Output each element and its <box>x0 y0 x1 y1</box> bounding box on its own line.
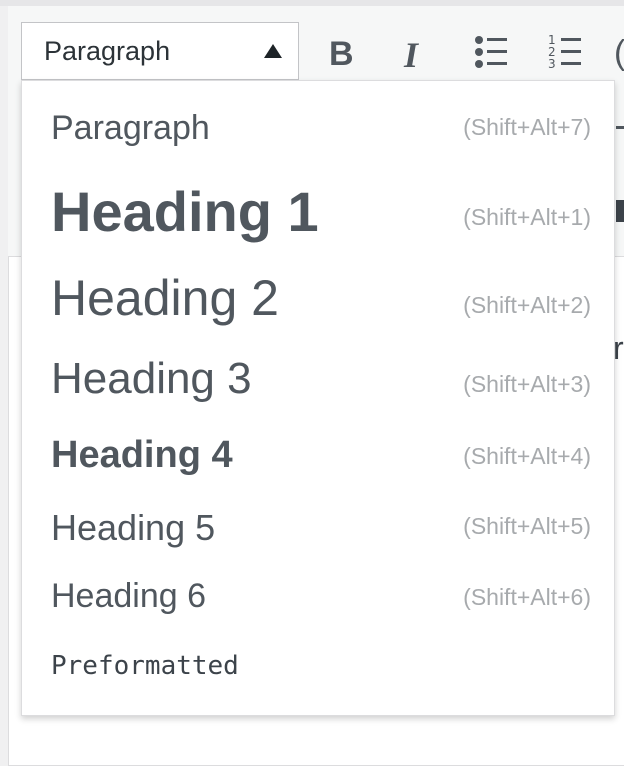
bulleted-list-icon <box>475 36 507 68</box>
menu-item-shortcut: (Shift+Alt+5) <box>463 513 591 539</box>
menu-item-label: Heading 4 <box>51 434 233 476</box>
caret-up-icon <box>264 44 282 58</box>
menu-item-heading-1[interactable]: Heading 1 (Shift+Alt+1) <box>22 169 614 259</box>
menu-item-heading-3[interactable]: Heading 3 (Shift+Alt+3) <box>22 345 614 421</box>
numbered-list-icon: 1 2 3 <box>548 33 581 71</box>
menu-item-heading-2[interactable]: Heading 2 (Shift+Alt+2) <box>22 259 614 345</box>
editor-content-fragment <box>616 200 624 222</box>
format-dropdown-menu: Paragraph (Shift+Alt+7) Heading 1 (Shift… <box>21 80 615 716</box>
more-icon: ( <box>614 34 624 73</box>
menu-item-label: Heading 1 <box>51 180 319 243</box>
editor-content-fragment <box>616 126 624 129</box>
menu-item-heading-6[interactable]: Heading 6 (Shift+Alt+6) <box>22 561 614 631</box>
menu-item-preformatted[interactable]: Preformatted <box>22 631 614 711</box>
menu-item-heading-5[interactable]: Heading 5 (Shift+Alt+5) <box>22 491 614 561</box>
menu-item-shortcut: (Shift+Alt+2) <box>463 292 591 318</box>
menu-item-shortcut: (Shift+Alt+6) <box>463 584 591 610</box>
menu-item-label: Heading 5 <box>51 507 216 548</box>
more-toolbar-button[interactable]: ( <box>606 26 624 76</box>
menu-item-label: Heading 6 <box>51 577 207 615</box>
menu-item-heading-4[interactable]: Heading 4 (Shift+Alt+4) <box>22 421 614 491</box>
menu-item-shortcut: (Shift+Alt+4) <box>463 443 591 469</box>
menu-item-shortcut: (Shift+Alt+1) <box>463 204 591 230</box>
format-select[interactable]: Paragraph <box>21 22 299 80</box>
menu-item-shortcut: (Shift+Alt+3) <box>463 371 591 397</box>
menu-item-label: Paragraph <box>51 109 210 147</box>
italic-icon: I <box>404 35 419 75</box>
svg-text:3: 3 <box>548 57 556 71</box>
bold-icon: B <box>329 35 354 73</box>
format-select-value: Paragraph <box>44 36 171 66</box>
numbered-list-button[interactable]: 1 2 3 <box>542 26 588 76</box>
menu-item-label: Preformatted <box>51 651 239 681</box>
menu-item-shortcut: (Shift+Alt+7) <box>463 114 591 140</box>
menu-item-label: Heading 3 <box>51 354 252 403</box>
bold-button[interactable]: B <box>319 26 365 76</box>
bulleted-list-button[interactable] <box>468 26 514 76</box>
menu-item-paragraph[interactable]: Paragraph (Shift+Alt+7) <box>22 81 614 169</box>
menu-item-label: Heading 2 <box>51 270 279 326</box>
italic-button[interactable]: I <box>392 26 438 76</box>
